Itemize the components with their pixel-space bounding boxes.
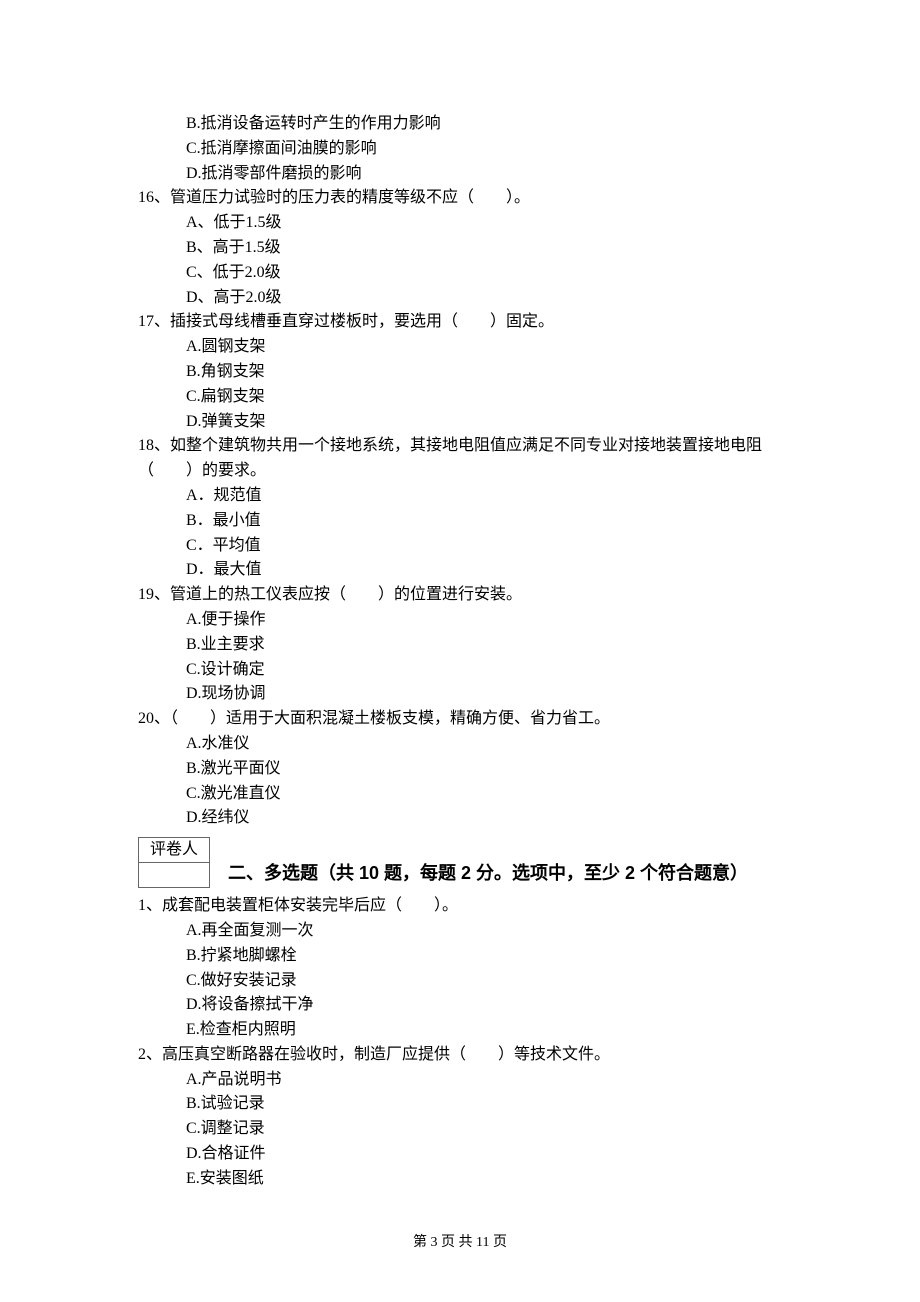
mq1-option-a: A.再全面复测一次 xyxy=(138,919,780,944)
q20-stem: 20、（ ）适用于大面积混凝土楼板支模，精确方便、省力省工。 xyxy=(138,707,780,732)
q20-option-d: D.经纬仪 xyxy=(138,806,780,831)
mq2-option-a: A.产品说明书 xyxy=(138,1068,780,1093)
q17-option-c: C.扁钢支架 xyxy=(138,385,780,410)
q18-option-d: D．最大值 xyxy=(138,558,780,583)
q18-option-b: B．最小值 xyxy=(138,509,780,534)
q20-option-b: B.激光平面仪 xyxy=(138,757,780,782)
mq2-stem: 2、高压真空断路器在验收时，制造厂应提供（ ）等技术文件。 xyxy=(138,1043,780,1068)
page-container: B.抵消设备运转时产生的作用力影响 C.抵消摩擦面间油膜的影响 D.抵消零部件磨… xyxy=(0,0,920,1302)
q15-option-c: C.抵消摩擦面间油膜的影响 xyxy=(138,137,780,162)
grader-blank-cell xyxy=(139,863,210,888)
q17-option-d: D.弹簧支架 xyxy=(138,410,780,435)
q19-option-b: B.业主要求 xyxy=(138,633,780,658)
mq1-option-c: C.做好安装记录 xyxy=(138,969,780,994)
mq1-stem: 1、成套配电装置柜体安装完毕后应（ ）。 xyxy=(138,894,780,919)
mq2-option-b: B.试验记录 xyxy=(138,1092,780,1117)
q19-option-a: A.便于操作 xyxy=(138,608,780,633)
q20-option-a: A.水准仪 xyxy=(138,732,780,757)
q16-option-d: D、高于2.0级 xyxy=(138,286,780,311)
q17-option-b: B.角钢支架 xyxy=(138,360,780,385)
mq2-option-e: E.安装图纸 xyxy=(138,1167,780,1192)
q17-stem: 17、插接式母线槽垂直穿过楼板时，要选用（ ）固定。 xyxy=(138,310,780,335)
mq2-option-c: C.调整记录 xyxy=(138,1117,780,1142)
q15-option-d: D.抵消零部件磨损的影响 xyxy=(138,162,780,187)
mq1-option-e: E.检查柜内照明 xyxy=(138,1018,780,1043)
grader-label-cell: 评卷人 xyxy=(139,838,210,863)
q16-option-c: C、低于2.0级 xyxy=(138,261,780,286)
q20-option-c: C.激光准直仪 xyxy=(138,782,780,807)
q16-option-b: B、高于1.5级 xyxy=(138,236,780,261)
q18-option-c: C．平均值 xyxy=(138,534,780,559)
section2-header-row: 评卷人 二、多选题（共 10 题，每题 2 分。选项中，至少 2 个符合题意） xyxy=(138,831,780,890)
q15-option-b: B.抵消设备运转时产生的作用力影响 xyxy=(138,112,780,137)
q19-option-d: D.现场协调 xyxy=(138,682,780,707)
q19-stem: 19、管道上的热工仪表应按（ ）的位置进行安装。 xyxy=(138,583,780,608)
q17-option-a: A.圆钢支架 xyxy=(138,335,780,360)
q18-stem-line1: 18、如整个建筑物共用一个接地系统，其接地电阻值应满足不同专业对接地装置接地电阻 xyxy=(138,434,780,459)
page-footer: 第 3 页 共 11 页 xyxy=(0,1232,920,1254)
q18-stem-line2: （ ）的要求。 xyxy=(138,459,780,484)
section2-title: 二、多选题（共 10 题，每题 2 分。选项中，至少 2 个符合题意） xyxy=(228,860,748,890)
q16-option-a: A、低于1.5级 xyxy=(138,211,780,236)
mq1-option-b: B.拧紧地脚螺栓 xyxy=(138,944,780,969)
mq1-option-d: D.将设备擦拭干净 xyxy=(138,993,780,1018)
q18-option-a: A．规范值 xyxy=(138,484,780,509)
q16-stem: 16、管道压力试验时的压力表的精度等级不应（ ）。 xyxy=(138,186,780,211)
mq2-option-d: D.合格证件 xyxy=(138,1142,780,1167)
q19-option-c: C.设计确定 xyxy=(138,658,780,683)
grader-box: 评卷人 xyxy=(138,837,210,888)
